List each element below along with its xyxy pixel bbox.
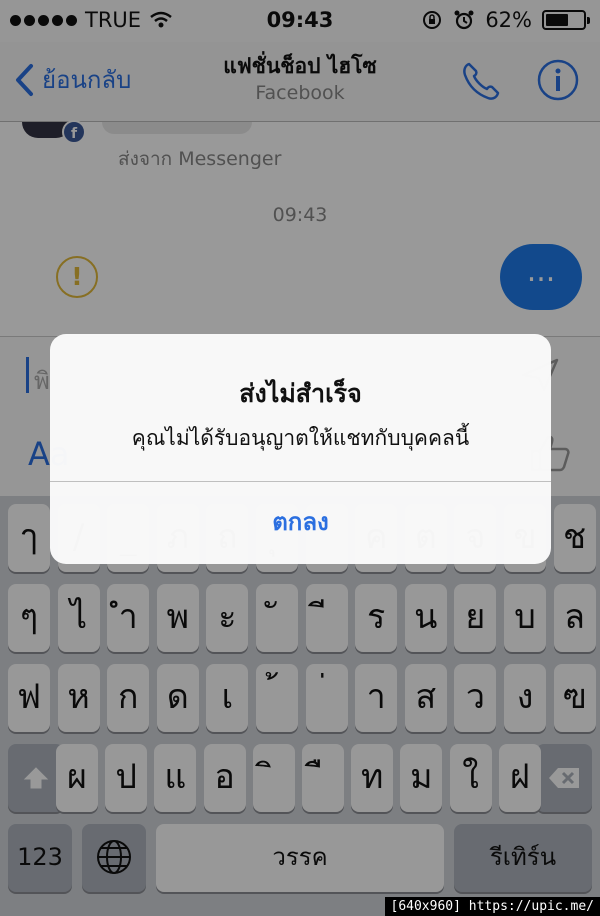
messenger-screen: TRUE 09:43 62% ย้อนกลับ แฟชั่นช็อป ไฮโซ … xyxy=(0,0,600,916)
alert-message: คุณไม่ได้รับอนุญาตให้แชทกับบุคคลนี้ xyxy=(131,426,470,450)
alert-ok-button[interactable]: ตกลง xyxy=(50,482,551,564)
send-failed-alert: ส่งไม่สำเร็จ คุณไม่ได้รับอนุญาตให้แชทกับ… xyxy=(50,334,551,564)
alert-title: ส่งไม่สำเร็จ xyxy=(239,379,362,408)
watermark: [640x960] https://upic.me/ xyxy=(384,897,600,916)
